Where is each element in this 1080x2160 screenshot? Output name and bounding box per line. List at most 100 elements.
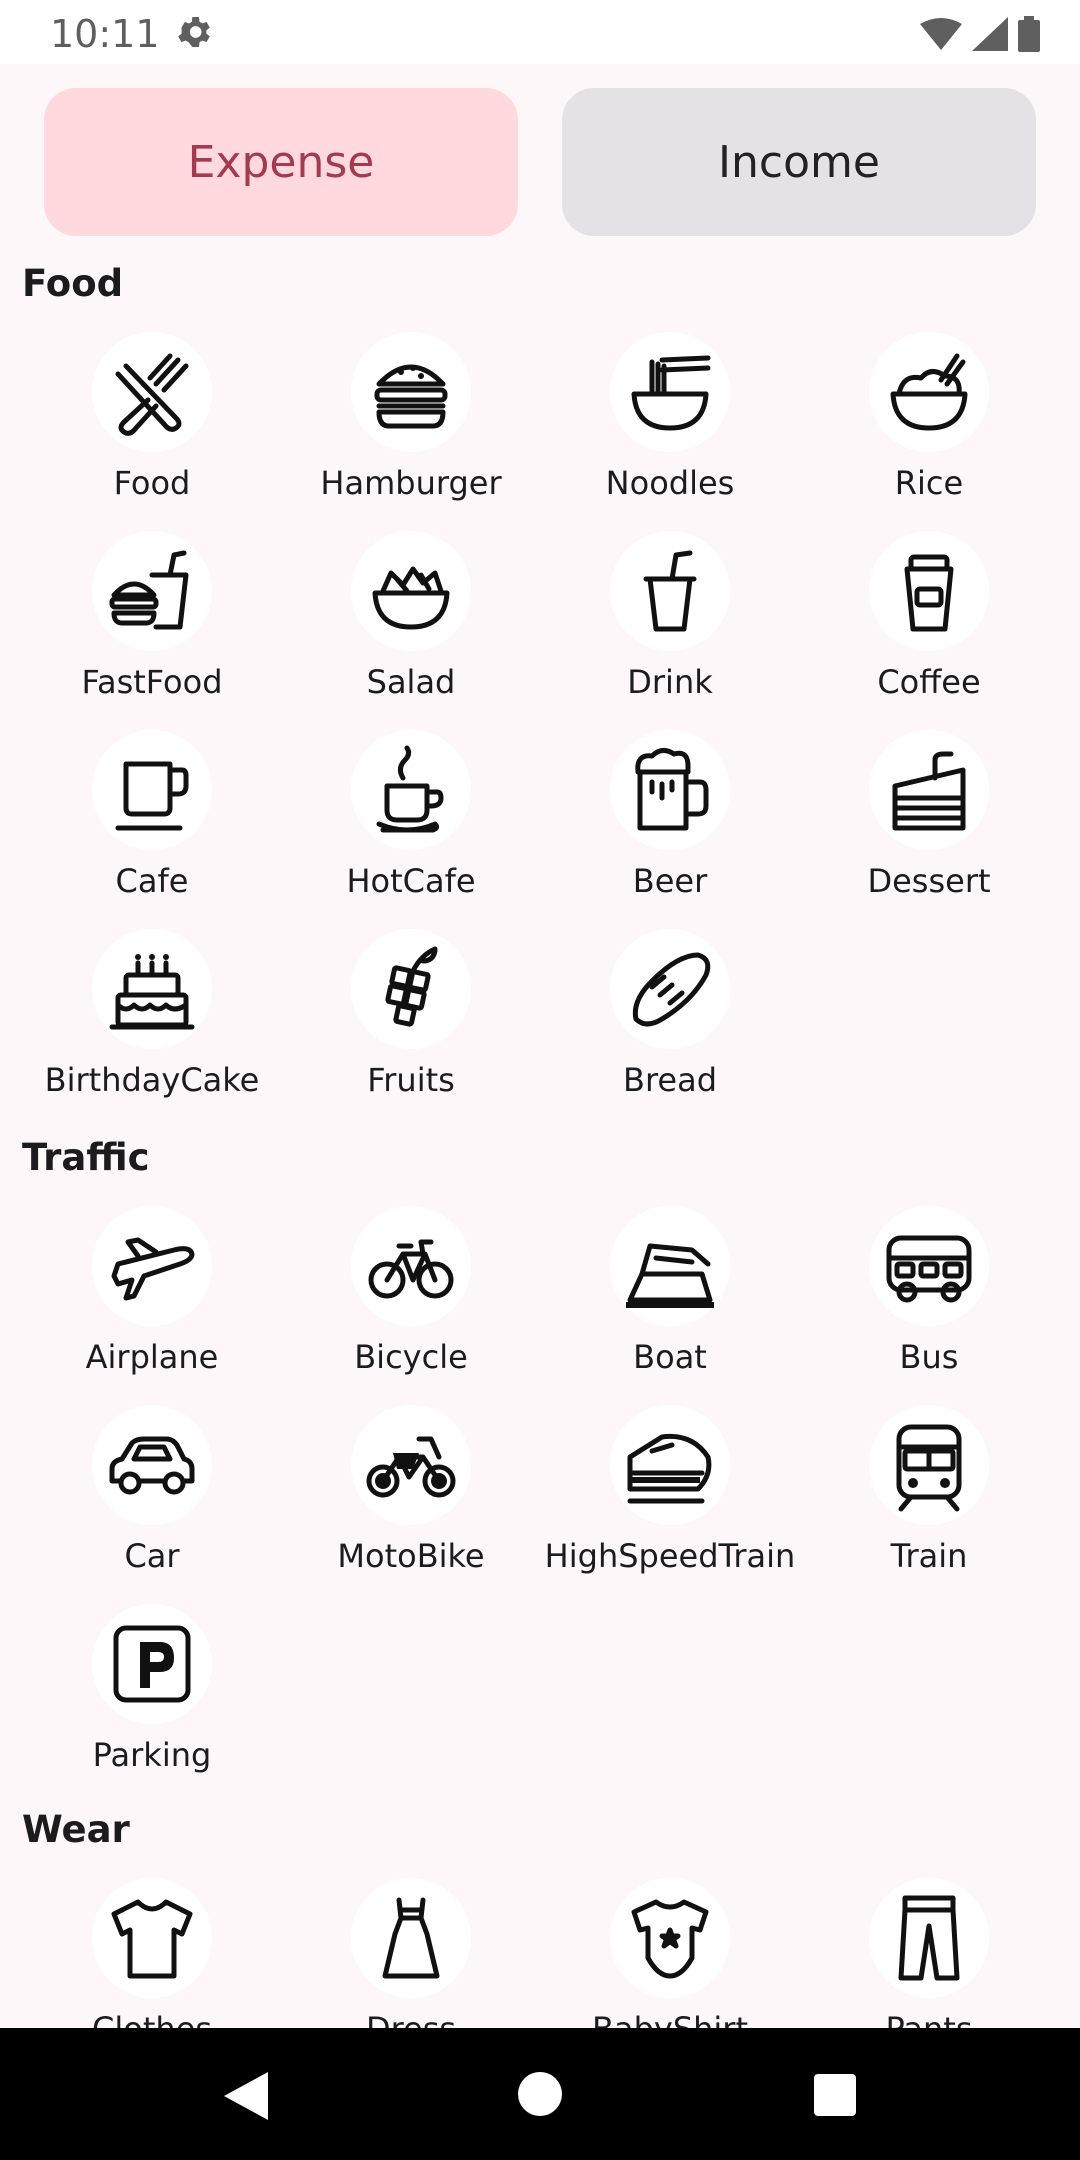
tshirt-icon-svg <box>111 1899 193 1979</box>
hamburger-icon <box>351 332 471 452</box>
category-item-beer[interactable]: Beer <box>535 730 805 930</box>
category-item-motobike[interactable]: MotoBike <box>276 1405 546 1605</box>
baby-shirt-icon-svg <box>631 1899 709 1979</box>
category-item-car[interactable]: Car <box>17 1405 287 1605</box>
status-time: 10:11 <box>50 12 160 56</box>
train-icon <box>869 1405 989 1525</box>
category-label: Bicycle <box>354 1338 468 1376</box>
category-item-drink[interactable]: Drink <box>535 531 805 731</box>
motorbike-icon <box>351 1405 471 1525</box>
category-item-highspeedtrain[interactable]: HighSpeedTrain <box>535 1405 805 1605</box>
hot-cafe-icon <box>351 730 471 850</box>
dress-icon-svg <box>382 1897 440 1979</box>
hot-cafe-icon-svg <box>376 745 444 833</box>
category-item-salad[interactable]: Salad <box>276 531 546 731</box>
status-bar: 10:11 <box>0 0 1080 64</box>
bicycle-icon-svg <box>368 1239 454 1299</box>
boat-icon <box>610 1206 730 1326</box>
category-item-train[interactable]: Train <box>794 1405 1064 1605</box>
category-label: Bus <box>899 1338 959 1376</box>
cafe-mug-icon <box>92 730 212 850</box>
dress-icon <box>351 1878 471 1998</box>
train-icon-svg <box>896 1424 962 1512</box>
category-label: Parking <box>92 1736 212 1774</box>
fast-food-icon-svg <box>109 550 189 630</box>
category-item-parking[interactable]: Parking <box>17 1604 287 1804</box>
category-item-noodles[interactable]: Noodles <box>535 332 805 532</box>
baby-shirt-icon <box>610 1878 730 1998</box>
bus-icon-svg <box>886 1235 972 1303</box>
category-item-birthdaycake[interactable]: BirthdayCake <box>17 929 287 1129</box>
settings-gear-icon <box>178 17 210 47</box>
category-item-bicycle[interactable]: Bicycle <box>276 1206 546 1406</box>
income-tab[interactable]: Income <box>562 88 1036 236</box>
beer-icon <box>610 730 730 850</box>
category-label: Beer <box>632 862 708 900</box>
category-label: Airplane <box>85 1338 219 1376</box>
bicycle-icon <box>351 1206 471 1326</box>
home-button[interactable] <box>518 2072 562 2116</box>
category-label: Drink <box>627 663 713 701</box>
salad-icon-svg <box>372 566 450 630</box>
category-item-bread[interactable]: Bread <box>535 929 805 1129</box>
category-item-rice[interactable]: Rice <box>794 332 1064 532</box>
status-icons <box>920 14 1040 54</box>
grapes-icon <box>351 929 471 1049</box>
category-label: Rice <box>894 464 964 502</box>
coffee-cup-icon-svg <box>904 554 954 632</box>
motorbike-icon-svg <box>366 1436 456 1498</box>
bread-icon-svg <box>632 952 711 1027</box>
noodles-icon <box>610 332 730 452</box>
category-item-hotcafe[interactable]: HotCafe <box>276 730 546 930</box>
coffee-cup-icon <box>869 531 989 651</box>
recents-button[interactable] <box>814 2074 856 2116</box>
bread-icon <box>610 929 730 1049</box>
beer-icon-svg <box>635 748 709 831</box>
signal-icon <box>972 17 1008 51</box>
category-item-fastfood[interactable]: FastFood <box>17 531 287 731</box>
navigation-bar <box>0 2028 1080 2160</box>
category-item-dessert[interactable]: Dessert <box>794 730 1064 930</box>
drink-cup-icon <box>610 531 730 651</box>
section-title-wear: Wear <box>22 1808 130 1851</box>
fork-knife-icon-svg <box>115 353 189 436</box>
category-item-food[interactable]: Food <box>17 332 287 532</box>
car-icon <box>92 1405 212 1525</box>
category-item-coffee[interactable]: Coffee <box>794 531 1064 731</box>
expense-tab-label: Expense <box>187 136 375 188</box>
boat-icon-svg <box>626 1243 714 1308</box>
category-label: BirthdayCake <box>44 1061 260 1099</box>
category-item-cafe[interactable]: Cafe <box>17 730 287 930</box>
category-label: Dessert <box>867 862 991 900</box>
income-tab-label: Income <box>718 136 880 188</box>
category-label: MotoBike <box>337 1537 485 1575</box>
grapes-icon-svg <box>385 946 438 1027</box>
drink-cup-icon-svg <box>643 550 697 632</box>
tshirt-icon <box>92 1878 212 1998</box>
category-label: FastFood <box>81 663 223 701</box>
car-icon-svg <box>109 1436 195 1495</box>
rice-bowl-icon-svg <box>890 353 968 431</box>
fork-knife-icon <box>92 332 212 452</box>
category-label: Food <box>113 464 191 502</box>
cafe-mug-icon-svg <box>115 761 189 831</box>
category-label: Coffee <box>877 663 981 701</box>
category-label: Salad <box>366 663 456 701</box>
salad-icon <box>351 531 471 651</box>
category-item-bus[interactable]: Bus <box>794 1206 1064 1406</box>
category-item-boat[interactable]: Boat <box>535 1206 805 1406</box>
section-title-food: Food <box>22 262 124 305</box>
expense-tab[interactable]: Expense <box>44 88 518 236</box>
category-item-fruits[interactable]: Fruits <box>276 929 546 1129</box>
back-icon[interactable] <box>224 2072 268 2120</box>
fast-food-icon <box>92 531 212 651</box>
category-label: Fruits <box>367 1061 455 1099</box>
dessert-icon <box>869 730 989 850</box>
category-label: Hamburger <box>320 464 502 502</box>
category-item-hamburger[interactable]: Hamburger <box>276 332 546 532</box>
category-item-airplane[interactable]: Airplane <box>17 1206 287 1406</box>
pants-icon <box>869 1878 989 1998</box>
pants-icon-svg <box>898 1895 960 1981</box>
high-speed-train-icon <box>610 1405 730 1525</box>
category-label: HighSpeedTrain <box>544 1537 796 1575</box>
